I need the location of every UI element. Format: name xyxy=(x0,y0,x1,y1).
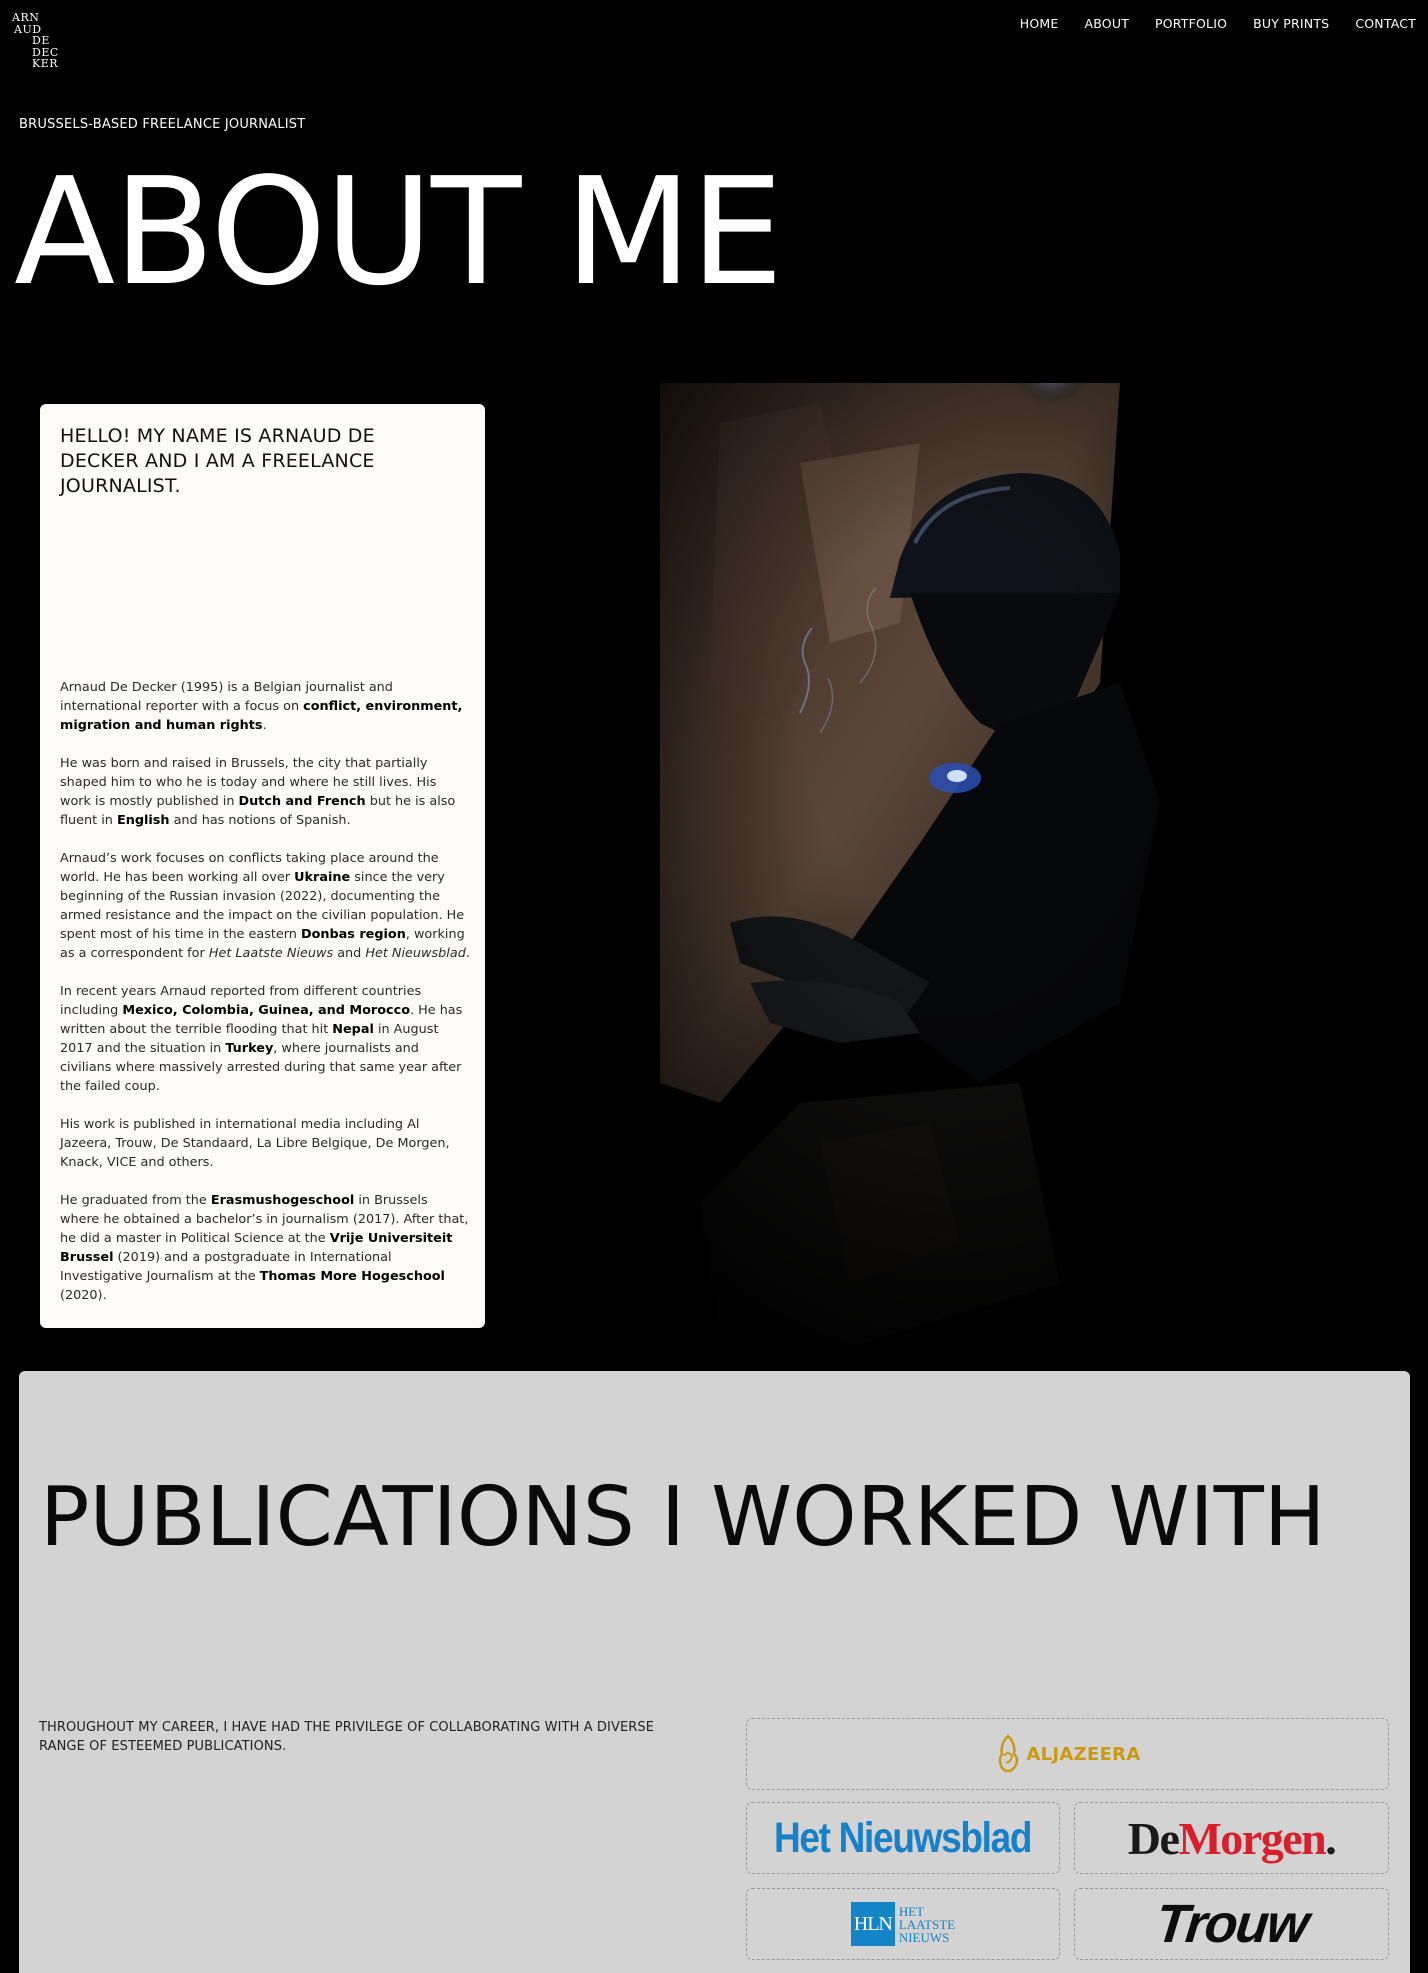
nav-about[interactable]: ABOUT xyxy=(1085,16,1130,31)
trouw-logo-tile[interactable]: Trouw xyxy=(1074,1888,1389,1960)
hln-wordmark: HET LAATSTE NIEUWS xyxy=(898,1903,956,1945)
trouw-logo: Trouw xyxy=(1152,1894,1311,1954)
logo-line: KER xyxy=(32,57,59,70)
about-paragraph: His work is published in international m… xyxy=(60,1117,450,1170)
aljazeera-logo: ALJAZEERA xyxy=(994,1734,1140,1774)
hero-photo xyxy=(600,383,1300,1350)
about-paragraph: He was born and raised in Brussels, the … xyxy=(60,756,456,828)
nav-buy-prints[interactable]: BUY PRINTS xyxy=(1253,16,1329,31)
nav-contact[interactable]: CONTACT xyxy=(1355,16,1416,31)
nieuwsblad-logo-tile[interactable]: Het Nieuwsblad xyxy=(746,1802,1060,1874)
about-paragraph: Arnaud De Decker (1995) is a Belgian jou… xyxy=(60,680,463,733)
soldier-photo-illustration xyxy=(600,383,1300,1350)
aljazeera-logo-tile[interactable]: ALJAZEERA xyxy=(746,1718,1389,1790)
hln-logo: HLN HET LAATSTE NIEUWS xyxy=(850,1902,956,1946)
about-heading: HELLO! MY NAME IS ARNAUD DE DECKER AND I… xyxy=(60,425,375,497)
about-paragraph: He graduated from the Erasmushogeschool … xyxy=(60,1193,469,1303)
publications-title: PUBLICATIONS I WORKED WITH xyxy=(40,1470,1326,1565)
logo-line: ARN xyxy=(12,11,40,24)
nav-home[interactable]: HOME xyxy=(1020,16,1059,31)
main-nav: HOME ABOUT PORTFOLIO BUY PRINTS CONTACT xyxy=(1020,16,1416,31)
hln-box: HLN xyxy=(850,1902,895,1946)
publications-section: PUBLICATIONS I WORKED WITH THROUGHOUT MY… xyxy=(19,1371,1410,1973)
site-tagline: BRUSSELS-BASED FREELANCE JOURNALIST xyxy=(19,117,306,132)
logo-line: DE xyxy=(32,34,50,47)
aljazeera-wordmark: ALJAZEERA xyxy=(1026,1743,1141,1765)
about-card: HELLO! MY NAME IS ARNAUD DE DECKER AND I… xyxy=(40,404,485,1328)
nav-portfolio[interactable]: PORTFOLIO xyxy=(1155,16,1227,31)
page-title: ABOUT ME xyxy=(14,146,784,318)
site-logo[interactable]: ARN AUD DE DEC KER xyxy=(12,12,62,70)
about-body: Arnaud De Decker (1995) is a Belgian jou… xyxy=(60,678,470,1324)
demorgen-logo: DeMorgen. xyxy=(1127,1812,1337,1864)
nieuwsblad-logo: Het Nieuwsblad xyxy=(774,1813,1033,1862)
demorgen-logo-tile[interactable]: DeMorgen. xyxy=(1074,1802,1389,1874)
hln-logo-tile[interactable]: HLN HET LAATSTE NIEUWS xyxy=(746,1888,1060,1960)
publications-intro: THROUGHOUT MY CAREER, I HAVE HAD THE PRI… xyxy=(39,1720,655,1754)
about-paragraph: In recent years Arnaud reported from dif… xyxy=(60,984,463,1094)
about-paragraph: Arnaud’s work focuses on conflicts takin… xyxy=(60,851,470,961)
aljazeera-emblem-icon xyxy=(999,1734,1019,1773)
